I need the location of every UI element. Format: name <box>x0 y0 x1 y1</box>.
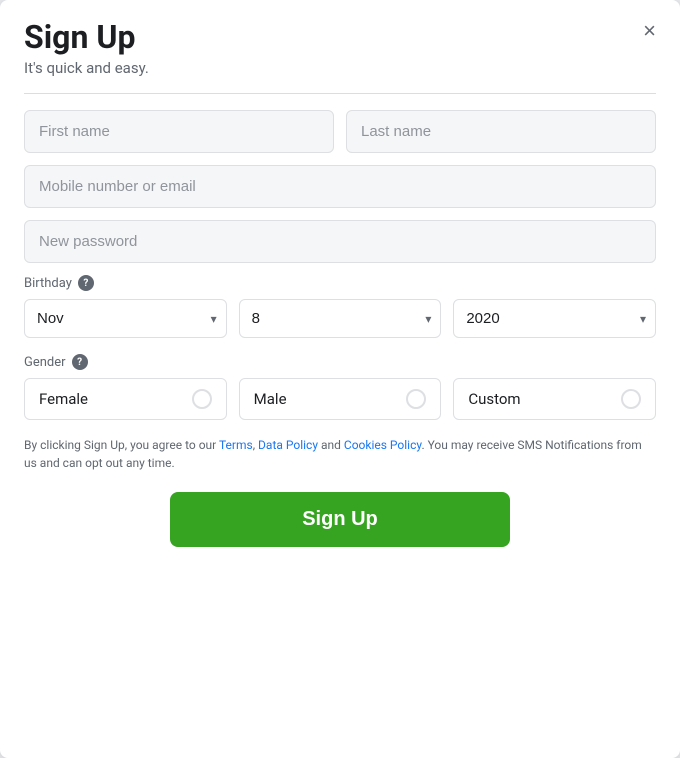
gender-section: Gender ? Female Male Custom <box>24 354 656 420</box>
first-name-field <box>24 110 334 153</box>
gender-female-radio[interactable] <box>192 389 212 409</box>
gender-female-option[interactable]: Female <box>24 378 227 420</box>
birthday-label-row: Birthday ? <box>24 275 656 291</box>
password-input[interactable] <box>24 220 656 263</box>
gender-female-label: Female <box>39 390 88 408</box>
birthday-label-text: Birthday <box>24 276 72 291</box>
birthday-section: Birthday ? JanFebMarApr MayJunJulAug Sep… <box>24 275 656 338</box>
last-name-input[interactable] <box>346 110 656 153</box>
name-row <box>24 110 656 153</box>
mobile-email-field <box>24 165 656 208</box>
gender-male-option[interactable]: Male <box>239 378 442 420</box>
gender-options-row: Female Male Custom <box>24 378 656 420</box>
birthday-selects-row: JanFebMarApr MayJunJulAug SepOctNovDec ▾… <box>24 299 656 338</box>
password-field <box>24 220 656 263</box>
gender-male-radio[interactable] <box>406 389 426 409</box>
terms-link[interactable]: Terms <box>219 438 253 452</box>
modal-subtitle: It's quick and easy. <box>24 59 656 77</box>
first-name-input[interactable] <box>24 110 334 153</box>
data-policy-link[interactable]: Data Policy <box>258 438 318 452</box>
mobile-email-row <box>24 165 656 208</box>
gender-custom-radio[interactable] <box>621 389 641 409</box>
password-row <box>24 220 656 263</box>
month-select[interactable]: JanFebMarApr MayJunJulAug SepOctNovDec <box>24 299 227 338</box>
close-button[interactable]: × <box>639 16 660 46</box>
mobile-email-input[interactable] <box>24 165 656 208</box>
year-select-wrapper: 2020201920182017 2016201520142013 201220… <box>453 299 656 338</box>
modal-header: Sign Up It's quick and easy. <box>24 20 656 94</box>
gender-label-text: Gender <box>24 355 66 370</box>
modal-title: Sign Up <box>24 20 656 55</box>
birthday-help-icon[interactable]: ? <box>78 275 94 291</box>
day-select-wrapper: 12345 678910 1112131415 1617181920 21222… <box>239 299 442 338</box>
gender-male-label: Male <box>254 390 287 408</box>
terms-before: By clicking Sign Up, you agree to our <box>24 438 219 452</box>
terms-text: By clicking Sign Up, you agree to our Te… <box>24 436 656 472</box>
signup-modal: × Sign Up It's quick and easy. Birthday … <box>0 0 680 758</box>
day-select[interactable]: 12345 678910 1112131415 1617181920 21222… <box>239 299 442 338</box>
gender-label-row: Gender ? <box>24 354 656 370</box>
signup-button[interactable]: Sign Up <box>170 492 510 547</box>
gender-custom-option[interactable]: Custom <box>453 378 656 420</box>
year-select[interactable]: 2020201920182017 2016201520142013 201220… <box>453 299 656 338</box>
cookies-policy-link[interactable]: Cookies Policy <box>344 438 422 452</box>
gender-custom-label: Custom <box>468 390 520 408</box>
last-name-field <box>346 110 656 153</box>
terms-and2: and <box>318 438 344 452</box>
gender-help-icon[interactable]: ? <box>72 354 88 370</box>
month-select-wrapper: JanFebMarApr MayJunJulAug SepOctNovDec ▾ <box>24 299 227 338</box>
